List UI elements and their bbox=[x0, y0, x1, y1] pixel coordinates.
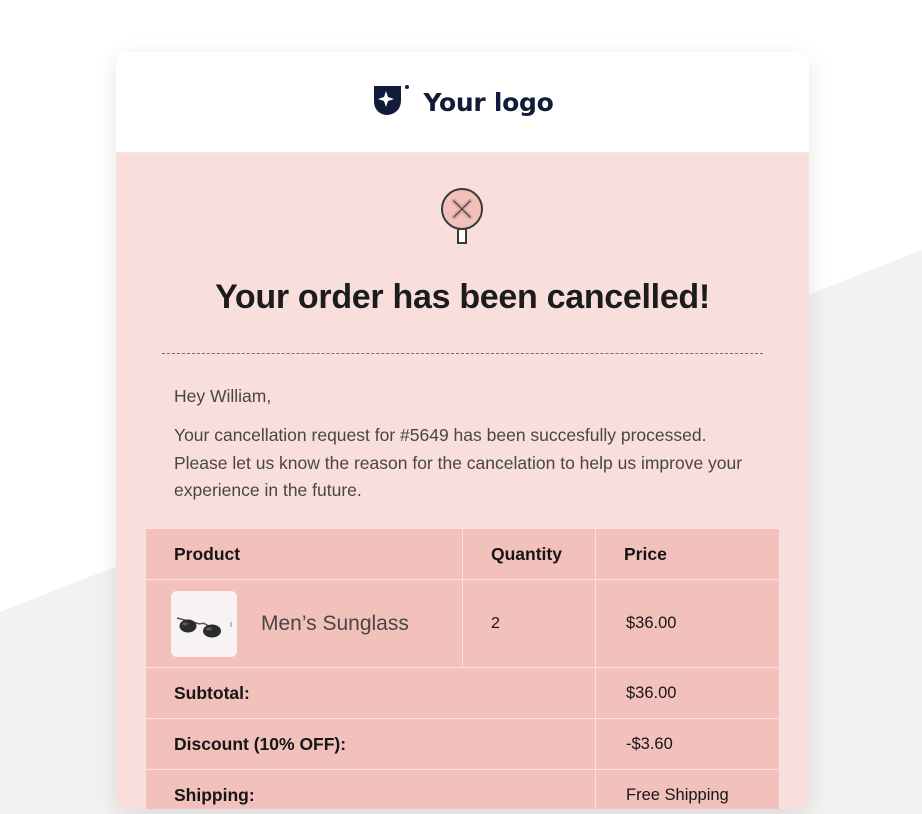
header-price: Price bbox=[595, 528, 780, 580]
subtotal-label: Subtotal: bbox=[145, 667, 596, 719]
page-title: Your order has been cancelled! bbox=[215, 278, 710, 316]
table-row: Men’s Sunglass 2 $36.00 bbox=[145, 579, 780, 668]
cancel-icon bbox=[441, 188, 483, 244]
product-name: Men’s Sunglass bbox=[261, 611, 409, 635]
greeting-text: Hey William, bbox=[174, 386, 272, 406]
summary-row-subtotal: Subtotal: $36.00 bbox=[145, 667, 780, 719]
order-table: Product Quantity Price Men’s Sunglass 2 … bbox=[145, 528, 780, 809]
email-header: Your logo bbox=[116, 52, 809, 153]
shipping-label: Shipping: bbox=[145, 769, 596, 809]
product-cell: Men’s Sunglass bbox=[145, 579, 463, 668]
subtotal-value: $36.00 bbox=[595, 667, 780, 719]
quantity-cell: 2 bbox=[462, 579, 596, 668]
price-cell: $36.00 bbox=[595, 579, 780, 668]
table-header-row: Product Quantity Price bbox=[145, 528, 780, 580]
sunglasses-icon bbox=[176, 616, 232, 637]
product-image bbox=[171, 590, 237, 657]
email-card: Your logo Your order has been cancelled!… bbox=[116, 52, 809, 809]
summary-row-discount: Discount (10% OFF): -$3.60 bbox=[145, 718, 780, 770]
message-text: Your cancellation request for #5649 has … bbox=[174, 425, 743, 500]
header-product: Product bbox=[145, 528, 463, 580]
summary-row-shipping: Shipping: Free Shipping bbox=[145, 769, 780, 809]
logo-text: Your logo bbox=[423, 87, 554, 117]
logo-icon bbox=[373, 85, 409, 115]
discount-label: Discount (10% OFF): bbox=[145, 718, 596, 770]
divider bbox=[162, 353, 763, 354]
shipping-value: Free Shipping bbox=[595, 769, 780, 809]
discount-value: -$3.60 bbox=[595, 718, 780, 770]
header-quantity: Quantity bbox=[462, 528, 596, 580]
